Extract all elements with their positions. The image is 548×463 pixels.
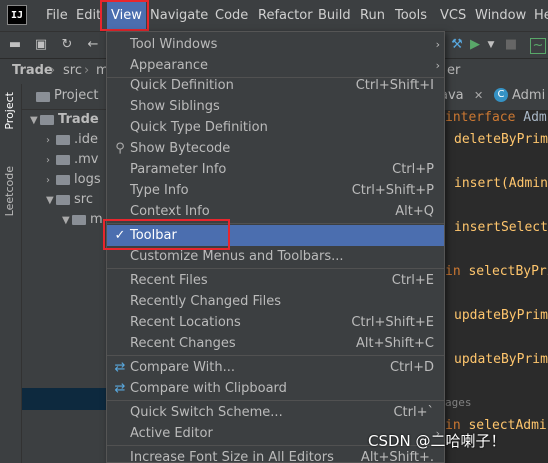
- menu-tools[interactable]: Tools: [395, 0, 427, 31]
- chevron-down-icon[interactable]: ▼: [46, 195, 56, 206]
- project-tool-tab[interactable]: Project: [3, 92, 16, 130]
- code-line: updateByPrim: [454, 308, 548, 323]
- sync-icon[interactable]: ↻: [60, 38, 74, 52]
- chevron-down-icon[interactable]: ▼: [30, 115, 40, 126]
- watermark: CSDN @二哈喇子！: [368, 432, 506, 450]
- left-tool-stripe: Project Leetcode: [0, 84, 22, 463]
- code-line: insert(Admin: [454, 176, 548, 191]
- editor-tab-admin[interactable]: Admi: [512, 88, 545, 103]
- menu-edit[interactable]: Edit: [76, 0, 101, 31]
- back-icon[interactable]: ←: [86, 38, 100, 52]
- code-line: in selectByPri: [445, 264, 548, 279]
- chevron-right-icon[interactable]: ›: [46, 175, 56, 186]
- folder-icon: [56, 174, 70, 185]
- menu-vcs[interactable]: VCS: [440, 0, 466, 31]
- folder-icon: [56, 154, 70, 165]
- menu-item-tool-windows[interactable]: Tool Windows ›: [107, 34, 444, 55]
- tree-item[interactable]: › .mv: [46, 152, 99, 167]
- stop-icon[interactable]: ■: [504, 38, 518, 52]
- tree-selected-row[interactable]: [22, 388, 108, 410]
- menu-item-compare-with[interactable]: ⇄ Compare With... Ctrl+D: [107, 357, 444, 378]
- code-line: updateByPrim: [454, 352, 548, 367]
- menu-navigate[interactable]: Navigate: [150, 0, 208, 31]
- bytecode-icon: ⚲: [115, 141, 125, 156]
- folder-icon: [56, 194, 70, 205]
- breadcrumb-tail[interactable]: er: [447, 63, 460, 78]
- folder-icon: [40, 114, 54, 125]
- project-view-icon: [36, 92, 50, 102]
- intellij-logo: IJ: [7, 5, 27, 25]
- menu-refactor[interactable]: Refactor: [258, 0, 313, 31]
- breadcrumb-project[interactable]: Trade: [12, 63, 53, 78]
- tree-item[interactable]: ▼ Trade: [30, 112, 99, 127]
- menu-file[interactable]: File: [46, 0, 68, 31]
- folder-icon: [56, 134, 70, 145]
- code-line: deleteByPrim: [454, 132, 548, 147]
- chevron-right-icon[interactable]: ›: [46, 135, 56, 146]
- chevron-down-icon[interactable]: ▼: [62, 215, 72, 226]
- menu-help[interactable]: He: [534, 0, 548, 31]
- project-panel-header: Project: [22, 84, 108, 110]
- menu-build[interactable]: Build: [318, 0, 351, 31]
- compare-icon: ⇄: [114, 360, 126, 375]
- code-line: interface Adm: [445, 110, 547, 125]
- menu-item-recent-locations[interactable]: Recent Locations Ctrl+Shift+E: [107, 312, 444, 333]
- save-icon[interactable]: ▣: [34, 38, 48, 52]
- chevron-right-icon[interactable]: ›: [46, 155, 56, 166]
- menu-item-compare-clipboard[interactable]: ⇄ Compare with Clipboard: [107, 378, 444, 399]
- menu-item-recently-changed-files[interactable]: Recently Changed Files: [107, 291, 444, 312]
- tree-item[interactable]: › logs: [46, 172, 101, 187]
- run-icon[interactable]: ▶: [468, 38, 482, 52]
- class-icon: C: [494, 88, 508, 102]
- menu-separator: [107, 355, 444, 356]
- menu-separator: [107, 400, 444, 401]
- build-icon[interactable]: ⚒: [450, 38, 464, 52]
- menu-item-type-info[interactable]: Type Info Ctrl+Shift+P: [107, 180, 444, 201]
- tree-item[interactable]: ▼ src: [46, 192, 93, 207]
- editor-tabs: ava ✕ C Admi: [430, 84, 548, 110]
- menu-item-recent-changes[interactable]: Recent Changes Alt+Shift+C: [107, 333, 444, 354]
- leetcode-tool-tab[interactable]: Leetcode: [3, 166, 16, 216]
- folder-icon: [72, 214, 86, 225]
- chevron-right-icon: ›: [435, 38, 440, 51]
- menu-bar: IJ File Edit View Navigate Code Refactor…: [0, 0, 548, 31]
- breadcrumb-src[interactable]: src: [63, 63, 82, 78]
- open-folder-icon[interactable]: ▬: [8, 38, 22, 52]
- toolbar-item-highlight-box: [103, 219, 230, 250]
- chevron-right-icon: ›: [435, 59, 440, 72]
- menu-separator: [107, 268, 444, 269]
- project-panel-title[interactable]: Project: [54, 88, 98, 103]
- menu-item-parameter-info[interactable]: Parameter Info Ctrl+P: [107, 159, 444, 180]
- monitor-icon[interactable]: ~: [530, 38, 546, 54]
- menu-item-recent-files[interactable]: Recent Files Ctrl+E: [107, 270, 444, 291]
- menu-item-quick-definition[interactable]: Quick Definition Ctrl+Shift+I: [107, 75, 444, 96]
- code-line: insertSelect: [454, 220, 548, 235]
- menu-item-quick-switch-scheme[interactable]: Quick Switch Scheme... Ctrl+`: [107, 402, 444, 423]
- code-hint: ages: [445, 396, 472, 409]
- menu-code[interactable]: Code: [215, 0, 248, 31]
- menu-run[interactable]: Run: [360, 0, 385, 31]
- menu-item-show-bytecode[interactable]: ⚲ Show Bytecode: [107, 138, 444, 159]
- close-icon[interactable]: ✕: [474, 89, 483, 102]
- tree-item[interactable]: ▼ m: [62, 212, 103, 227]
- menu-item-appearance[interactable]: Appearance ›: [107, 55, 444, 76]
- menu-window[interactable]: Window: [475, 0, 526, 31]
- menu-item-quick-type-definition[interactable]: Quick Type Definition: [107, 117, 444, 138]
- tree-item[interactable]: › .ide: [46, 132, 98, 147]
- menu-item-show-siblings[interactable]: Show Siblings: [107, 96, 444, 117]
- view-menu-highlight-box: [100, 0, 149, 31]
- compare-clipboard-icon: ⇄: [114, 381, 126, 396]
- run-dropdown-icon[interactable]: ▼: [484, 38, 498, 52]
